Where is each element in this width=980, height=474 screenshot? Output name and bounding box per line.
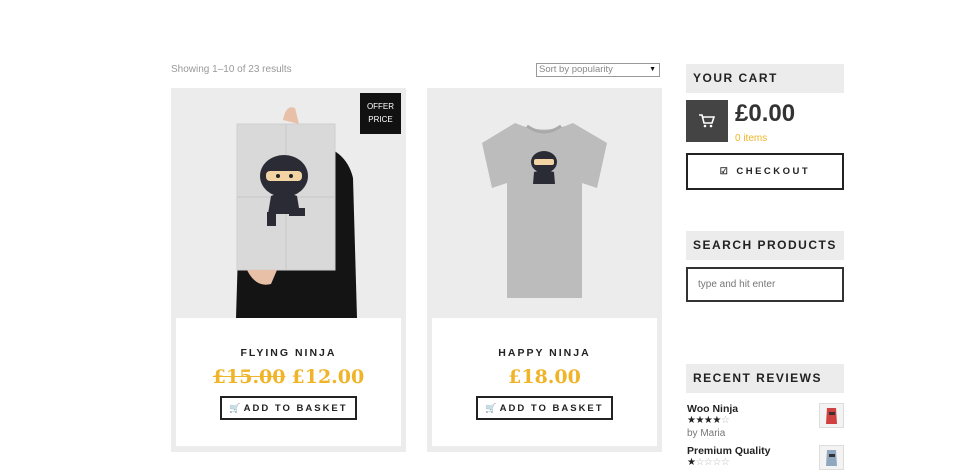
reviews-widget-title: RECENT REVIEWS [686,364,844,393]
cart-widget-title: YOUR CART [686,64,844,93]
product-image-poster[interactable]: OFFER PRICE [171,88,406,318]
results-count: Showing 1–10 of 23 results [171,64,292,75]
product-info: FLYING NINJA £15.00 £12.00 🛒ADD TO BASKET [176,318,401,446]
cart-item-count[interactable]: 0 items [735,133,767,144]
offer-price-badge: OFFER PRICE [360,93,401,134]
shopping-cart-icon [699,113,716,128]
old-price: £15.00 [212,366,286,388]
checkout-button[interactable]: ☑ CHECKOUT [686,153,844,190]
product-card[interactable]: HAPPY NINJA £18.00 🛒ADD TO BASKET [427,88,662,452]
review-product-link[interactable]: Premium Quality [687,445,770,457]
product-price: £15.00 £12.00 [176,366,401,388]
sort-select[interactable]: Sort by popularity ▼ [536,63,660,77]
product-thumbnail-image [820,404,843,427]
product-price: £18.00 [508,366,581,388]
review-thumbnail[interactable] [819,445,844,470]
cart-total: £0.00 [735,100,796,127]
product-card[interactable]: OFFER PRICE FLYING NINJA £15.00 £12.00 🛒A… [171,88,406,452]
tshirt-illustration [427,88,662,318]
review-product-link[interactable]: Woo Ninja [687,403,738,415]
product-thumbnail-image [820,446,843,469]
basket-icon: 🛒 [485,403,499,413]
review-thumbnail[interactable] [819,403,844,428]
product-title[interactable]: FLYING NINJA [176,347,401,359]
review-author: by Maria [687,428,726,439]
product-image-tshirt[interactable] [427,88,662,318]
add-to-basket-button[interactable]: 🛒ADD TO BASKET [220,396,357,420]
cart-icon[interactable] [686,100,728,142]
star-rating: ★★★★☆ [687,415,730,426]
dropdown-arrow-icon: ▼ [649,66,656,73]
star-rating: ★☆☆☆☆ [687,457,730,468]
product-info: HAPPY NINJA £18.00 🛒ADD TO BASKET [432,318,657,446]
search-widget-title: SEARCH PRODUCTS [686,231,844,260]
checkmark-icon: ☑ [719,166,731,176]
product-search-input[interactable] [686,267,844,302]
sale-price: £12.00 [291,366,365,388]
basket-icon: 🛒 [229,403,243,413]
product-title[interactable]: HAPPY NINJA [432,347,657,359]
add-to-basket-button[interactable]: 🛒ADD TO BASKET [476,396,613,420]
sort-selected-value: Sort by popularity [539,64,613,75]
